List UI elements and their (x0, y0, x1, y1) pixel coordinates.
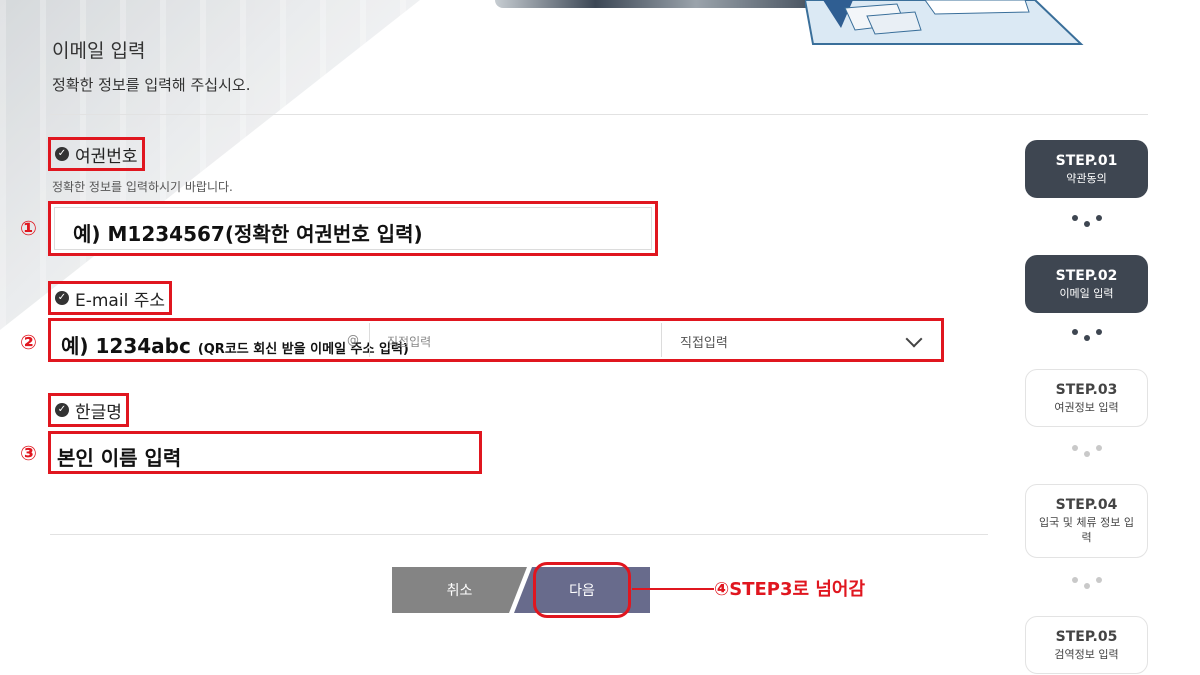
step-name: 여권정보 입력 (1054, 400, 1119, 414)
cancel-button[interactable]: 취소 (392, 567, 527, 613)
top-banner-image (495, 0, 830, 8)
chevron-down-icon (905, 330, 923, 348)
korean-name-label-text: 한글명 (75, 402, 122, 423)
step-connector-dots (1072, 443, 1102, 459)
step-connector-dots (1072, 575, 1102, 591)
annotation-number-2: ② (20, 330, 37, 354)
passport-label-text: 여권번호 (75, 146, 138, 167)
step-number: STEP.03 (1055, 381, 1118, 398)
step-05: STEP.05 검역정보 입력 (1025, 616, 1148, 674)
annotation-number-1: ① (20, 216, 37, 240)
korean-name-placeholder: 본인 이름 입력 (57, 446, 182, 470)
page-title: 이메일 입력 (52, 40, 146, 62)
step-number: STEP.05 (1055, 628, 1118, 645)
page-subtitle: 정확한 정보를 입력해 주십시오. (52, 76, 251, 94)
step-number: STEP.01 (1055, 152, 1118, 169)
step-name: 입국 및 체류 정보 입력 (1039, 516, 1134, 544)
passport-placeholder: 예) M1234567(정확한 여권번호 입력) (73, 222, 423, 246)
step-02: STEP.02 이메일 입력 (1025, 255, 1148, 313)
passport-label: ✓ 여권번호 (48, 137, 145, 171)
step-03: STEP.03 여권정보 입력 (1025, 369, 1148, 427)
email-row: 예) 1234abc (QR코드 회신 받을 이메일 주소 입력) @ 직접입력… (48, 318, 944, 362)
next-annotation: ④STEP3로 넘어감 (714, 579, 866, 600)
next-button-highlight (533, 562, 631, 618)
header-divider (50, 114, 1148, 115)
step-name: 약관동의 (1066, 171, 1107, 185)
email-domain-select-value: 직접입력 (680, 336, 728, 351)
email-label: ✓ E-mail 주소 (48, 281, 172, 315)
step-01: STEP.01 약관동의 (1025, 140, 1148, 198)
step-connector-dots (1072, 213, 1102, 229)
annotation-line (632, 588, 714, 590)
banner-illustration (805, 0, 1084, 45)
passport-input[interactable]: 예) M1234567(정확한 여권번호 입력) (48, 201, 658, 256)
check-circle-icon: ✓ (55, 291, 69, 305)
email-id-placeholder: 예) 1234abc (61, 334, 191, 358)
step-04: STEP.04 입국 및 체류 정보 입력 (1025, 484, 1148, 558)
step-number: STEP.02 (1055, 267, 1118, 284)
check-circle-icon: ✓ (55, 147, 69, 161)
step-name: 검역정보 입력 (1054, 647, 1119, 661)
email-separator (369, 323, 370, 357)
passport-hint: 정확한 정보를 입력하시기 바랍니다. (52, 180, 233, 194)
step-connector-dots (1072, 327, 1102, 343)
at-symbol: @ (347, 333, 359, 347)
email-domain-input[interactable]: 직접입력 (387, 333, 431, 350)
step-number: STEP.04 (1055, 497, 1118, 513)
annotation-number-3: ③ (20, 441, 37, 465)
form-divider (50, 534, 988, 535)
korean-name-label: ✓ 한글명 (48, 393, 129, 427)
step-name: 이메일 입력 (1059, 286, 1114, 300)
check-circle-icon: ✓ (55, 403, 69, 417)
email-domain-select[interactable]: 직접입력 (662, 321, 941, 359)
email-id-note: (QR코드 회신 받을 이메일 주소 입력) (197, 342, 409, 357)
korean-name-input[interactable]: 본인 이름 입력 (48, 431, 482, 474)
email-label-text: E-mail 주소 (75, 290, 165, 311)
